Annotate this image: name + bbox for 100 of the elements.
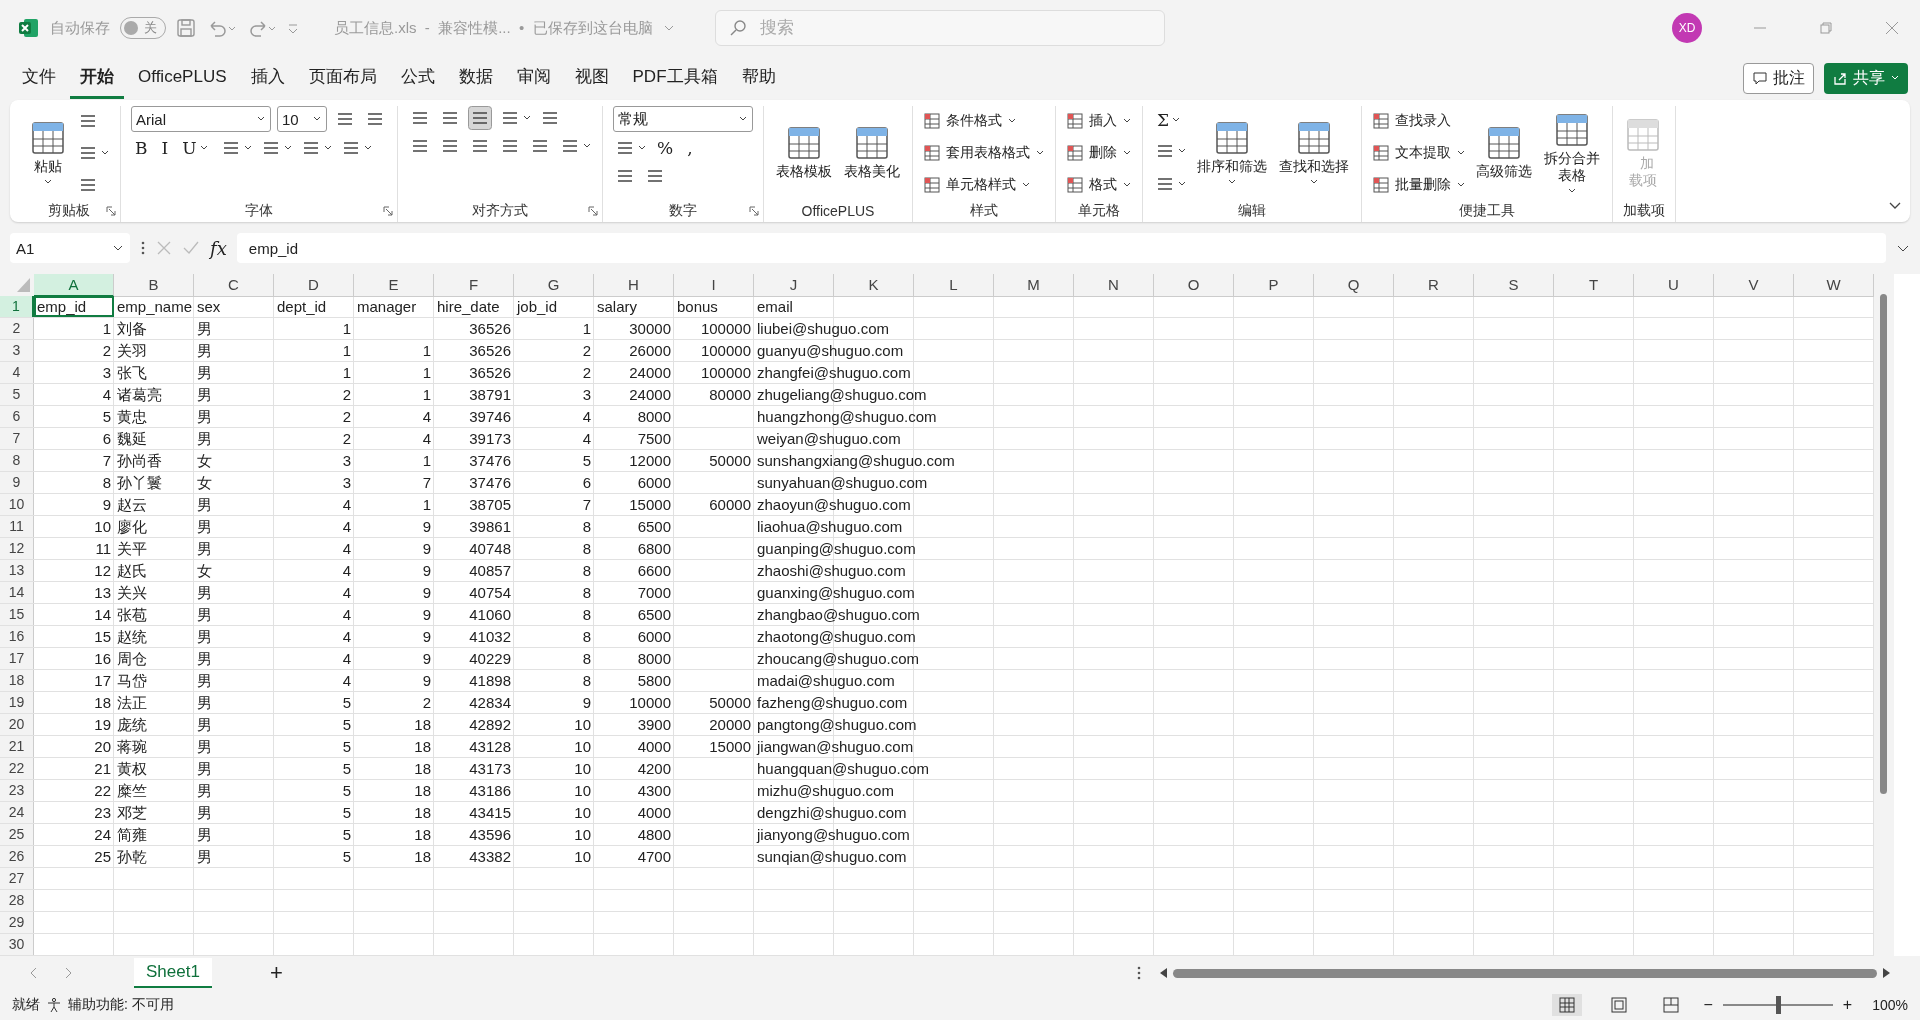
add-sheet-button[interactable]: +	[269, 960, 283, 986]
check-icon[interactable]	[182, 240, 200, 256]
column-header[interactable]: O	[1154, 274, 1234, 297]
row-header[interactable]: 4	[0, 362, 34, 383]
row-header[interactable]: 24	[0, 802, 34, 823]
name-box[interactable]: A1	[10, 233, 130, 263]
ribbon-button[interactable]: 单元格样式	[923, 176, 1031, 194]
column-header[interactable]: D	[274, 274, 354, 297]
lines-icon[interactable]	[468, 106, 492, 130]
row-header[interactable]: 11	[0, 516, 34, 537]
column-header[interactable]: J	[754, 274, 834, 297]
ribbon-button[interactable]: 查找录入	[1372, 112, 1451, 130]
row-header[interactable]: 23	[0, 780, 34, 801]
row-header[interactable]: 22	[0, 758, 34, 779]
ribbon-button[interactable]: 拆分合并表格	[1542, 109, 1602, 197]
column-header[interactable]: V	[1714, 274, 1794, 297]
row-header[interactable]: 26	[0, 846, 34, 867]
column-header[interactable]: K	[834, 274, 914, 297]
column-header[interactable]: H	[594, 274, 674, 297]
sheet-tab[interactable]: Sheet1	[134, 958, 212, 988]
launcher-icon[interactable]	[106, 206, 116, 216]
menu-tab[interactable]: 页面布局	[298, 57, 387, 99]
ribbon-button[interactable]: I	[157, 138, 173, 158]
row-header[interactable]: 7	[0, 428, 34, 449]
row-header[interactable]: 15	[0, 604, 34, 625]
accessibility-status[interactable]: 辅助功能: 不可用	[68, 996, 174, 1014]
menu-tab[interactable]: 视图	[564, 57, 619, 99]
row-header[interactable]: 16	[0, 626, 34, 647]
row-header[interactable]: 27	[0, 868, 34, 889]
ribbon-button[interactable]: B	[131, 138, 152, 158]
row-header[interactable]: 10	[0, 494, 34, 515]
menu-tab[interactable]: 公式	[390, 57, 445, 99]
formula-field[interactable]: emp_id	[236, 233, 1886, 263]
menu-tab[interactable]: OfficePLUS	[128, 58, 237, 98]
menu-tab[interactable]: 插入	[240, 57, 295, 99]
column-header[interactable]: U	[1634, 274, 1714, 297]
column-header[interactable]: N	[1074, 274, 1154, 297]
ribbon-dropdown[interactable]: 常规	[613, 106, 753, 132]
accessibility-icon[interactable]	[46, 997, 62, 1013]
row-header[interactable]: 8	[0, 450, 34, 471]
ribbon-button[interactable]: 删除	[1066, 144, 1132, 162]
ribbon-button[interactable]: ,	[683, 138, 697, 158]
ribbon-button[interactable]: %	[653, 138, 678, 158]
avatar[interactable]: XD	[1672, 13, 1702, 43]
ribbon-button[interactable]: 文本提取	[1372, 144, 1466, 162]
column-header[interactable]: E	[354, 274, 434, 297]
launcher-icon[interactable]	[749, 206, 759, 216]
more-icon[interactable]	[1136, 965, 1142, 981]
row-header[interactable]: 18	[0, 670, 34, 691]
column-header[interactable]: A	[34, 274, 114, 297]
comment-button[interactable]: 批注	[1743, 62, 1814, 94]
row-header[interactable]: 12	[0, 538, 34, 559]
row-header[interactable]: 28	[0, 890, 34, 911]
more-icon[interactable]	[140, 240, 146, 256]
ribbon-button[interactable]: 查找和选择	[1277, 118, 1351, 188]
zoom-out-button[interactable]: −	[1699, 996, 1717, 1014]
row-header[interactable]: 19	[0, 692, 34, 713]
row-header[interactable]: 2	[0, 318, 34, 339]
insert-function-button[interactable]: fx	[210, 237, 227, 259]
column-header[interactable]: G	[514, 274, 594, 297]
ribbon-button[interactable]: 套用表格格式	[923, 144, 1045, 162]
column-header[interactable]: C	[194, 274, 274, 297]
ribbon-button[interactable]: U	[178, 138, 213, 158]
row-header[interactable]: 5	[0, 384, 34, 405]
launcher-icon[interactable]	[588, 206, 598, 216]
ribbon-button[interactable]: 批量删除	[1372, 176, 1466, 194]
ribbon-dropdown[interactable]: 10	[277, 106, 327, 132]
column-header[interactable]: R	[1394, 274, 1474, 297]
zoom-in-button[interactable]: +	[1838, 996, 1857, 1014]
column-header[interactable]: F	[434, 274, 514, 297]
column-header[interactable]: Q	[1314, 274, 1394, 297]
zoom-level[interactable]: 100%	[1872, 997, 1908, 1013]
search-field[interactable]: 搜索	[714, 10, 1165, 46]
ribbon-button[interactable]: 插入	[1066, 112, 1132, 130]
column-header[interactable]: T	[1554, 274, 1634, 297]
menu-tab[interactable]: PDF工具箱	[622, 57, 728, 99]
row-header[interactable]: 30	[0, 934, 34, 955]
column-header[interactable]: I	[674, 274, 754, 297]
ribbon-button[interactable]: 排序和筛选	[1195, 118, 1269, 188]
column-header[interactable]: S	[1474, 274, 1554, 297]
row-header[interactable]: 14	[0, 582, 34, 603]
row-header[interactable]: 21	[0, 736, 34, 757]
column-header[interactable]: P	[1234, 274, 1314, 297]
ribbon-button[interactable]: 条件格式	[923, 112, 1017, 130]
ribbon-button[interactable]: 高级筛选	[1474, 123, 1534, 183]
launcher-icon[interactable]	[383, 206, 393, 216]
horizontal-scrollbar[interactable]	[1160, 966, 1890, 980]
row-header[interactable]: 25	[0, 824, 34, 845]
column-header[interactable]: B	[114, 274, 194, 297]
menu-tab[interactable]: 数据	[448, 57, 503, 99]
share-button[interactable]: 共享	[1824, 62, 1908, 94]
ribbon-button[interactable]: 表格模板	[774, 123, 834, 183]
row-header[interactable]: 9	[0, 472, 34, 493]
close-icon[interactable]	[1884, 20, 1900, 36]
zoom-slider[interactable]	[1775, 996, 1781, 1014]
menu-tab[interactable]: 文件	[12, 57, 66, 99]
row-header[interactable]: 6	[0, 406, 34, 427]
menu-tab[interactable]: 帮助	[731, 57, 786, 99]
ribbon-button[interactable]: Σ	[1153, 109, 1186, 130]
row-header[interactable]: 1	[0, 296, 34, 317]
